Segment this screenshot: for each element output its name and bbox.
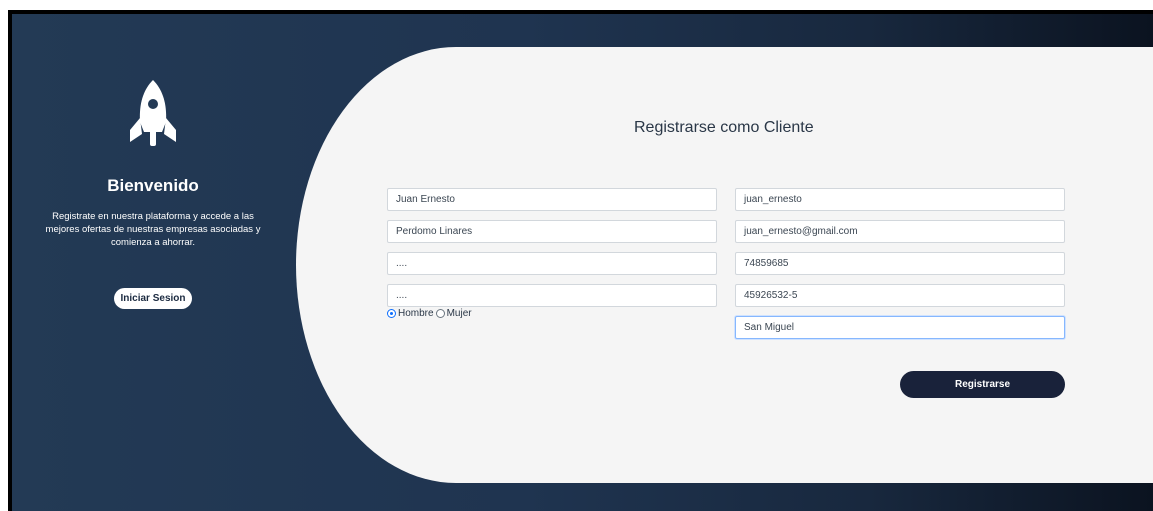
gender-radio-female[interactable] xyxy=(435,309,445,318)
form-title: Registrarse como Cliente xyxy=(634,119,814,136)
welcome-panel: Bienvenido Registrate en nuestra platafo… xyxy=(8,10,298,511)
username-input[interactable]: juan_ernesto xyxy=(735,188,1065,211)
app-frame: Bienvenido Registrate en nuestra platafo… xyxy=(8,10,1153,511)
confirm-password-input[interactable]: .... xyxy=(387,284,717,307)
login-button[interactable]: Iniciar Sesion xyxy=(114,288,192,309)
gender-label-male: Hombre xyxy=(398,308,434,319)
register-button[interactable]: Registrarse xyxy=(900,371,1065,398)
rocket-icon xyxy=(130,80,176,146)
welcome-description: Registrate en nuestra plataforma y acced… xyxy=(45,211,261,248)
registration-form: Registrarse como Cliente Juan Ernesto Pe… xyxy=(296,47,1153,483)
last-name-input[interactable]: Perdomo Linares xyxy=(387,220,717,243)
city-input[interactable]: San Miguel xyxy=(735,316,1065,339)
document-input[interactable]: 45926532-5 xyxy=(735,284,1065,307)
gender-radio-male[interactable] xyxy=(387,309,396,318)
welcome-title: Bienvenido xyxy=(107,176,199,195)
first-name-input[interactable]: Juan Ernesto xyxy=(387,188,717,211)
gender-radio-group: Hombre Mujer xyxy=(387,308,474,319)
email-input[interactable]: juan_ernesto@gmail.com xyxy=(735,220,1065,243)
phone-input[interactable]: 74859685 xyxy=(735,252,1065,275)
gender-label-female: Mujer xyxy=(446,308,472,319)
password-input[interactable]: .... xyxy=(387,252,717,275)
